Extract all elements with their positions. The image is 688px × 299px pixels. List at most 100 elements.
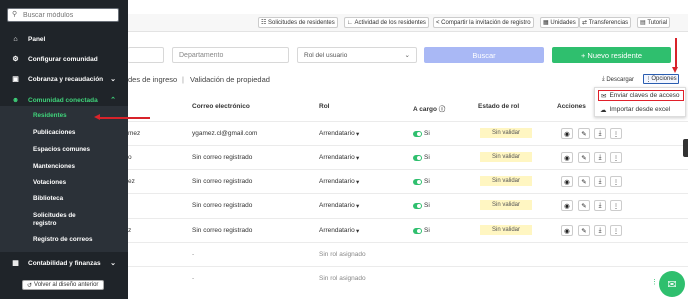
- resident-requests-button[interactable]: ☷ Solicitudes de residentes: [258, 17, 338, 28]
- chat-icon: ✉: [667, 278, 677, 291]
- submenu-item-email-log[interactable]: Registro de correos: [33, 236, 93, 244]
- send-access-keys-item[interactable]: ✉ Enviar claves de acceso: [598, 90, 684, 101]
- options-button[interactable]: ⋮ Opciones: [643, 74, 679, 84]
- in-charge-label: Si: [424, 154, 430, 161]
- more-icon[interactable]: ⋮: [610, 128, 622, 139]
- download-label: Descargar: [606, 76, 635, 83]
- resident-email: -: [192, 251, 195, 258]
- search-button[interactable]: Buscar: [424, 47, 544, 63]
- resident-email: Sin correo registrado: [192, 227, 253, 234]
- role-dropdown-icon[interactable]: ▾: [356, 154, 359, 162]
- download-icon[interactable]: ⤓: [594, 128, 606, 139]
- submenu-item-library[interactable]: Biblioteca: [33, 195, 63, 203]
- search-icon: ⚲: [12, 11, 18, 18]
- options-label: Opciones: [651, 76, 677, 82]
- role-status-badge: Sin validar: [480, 152, 532, 162]
- table-row: Sin correo registrado Arrendatario ▾ Si Sin …: [128, 193, 688, 217]
- view-icon[interactable]: ◉: [561, 176, 573, 187]
- view-icon[interactable]: ◉: [561, 200, 573, 211]
- import-excel-item[interactable]: ☁ Importar desde excel: [598, 104, 684, 115]
- tutorial-button[interactable]: ▤ Tutorial: [637, 17, 671, 28]
- download-icon[interactable]: ⤓: [594, 152, 606, 163]
- sidebar-item-configure[interactable]: ⚙ Configurar comunidad: [0, 50, 128, 68]
- in-charge-toggle[interactable]: [413, 131, 422, 137]
- undo-icon: ↺: [27, 282, 33, 289]
- download-icon[interactable]: ⤓: [594, 225, 606, 236]
- chevron-down-icon: ⌄: [110, 260, 116, 267]
- resident-role[interactable]: Arrendatario: [319, 227, 355, 234]
- in-charge-toggle[interactable]: [413, 155, 422, 161]
- sidebar: ⚲ ⌂ Panel ⚙ Configurar comunidad ▣ Cobra…: [0, 0, 128, 299]
- resident-email: Sin correo registrado: [192, 154, 253, 161]
- resident-role[interactable]: Arrendatario: [319, 154, 355, 161]
- resident-activity-button[interactable]: ∟ Actividad de los residentes: [344, 17, 429, 28]
- transfer-icon: ⇄: [582, 20, 589, 26]
- transfers-button[interactable]: ⇄ Transferencias: [579, 17, 632, 28]
- new-resident-button[interactable]: + Nuevo residente: [552, 47, 671, 63]
- sidebar-item-collections[interactable]: ▣ Cobranza y recaudación ⌄: [0, 70, 128, 88]
- department-field[interactable]: Departamento: [172, 47, 289, 63]
- download-button[interactable]: ⤓ Descargar: [602, 75, 634, 84]
- edit-icon[interactable]: ✎: [578, 128, 590, 139]
- tab-entry-requests[interactable]: des de ingreso: [128, 75, 177, 84]
- back-label: Volver al diseño anterior: [34, 282, 99, 288]
- more-icon[interactable]: ⋮: [610, 200, 622, 211]
- sidebar-item-panel[interactable]: ⌂ Panel: [0, 30, 128, 48]
- submenu-item-publications[interactable]: Publicaciones: [33, 129, 75, 137]
- edit-icon[interactable]: ✎: [578, 152, 590, 163]
- module-search-input[interactable]: [23, 11, 118, 19]
- role-dropdown-icon[interactable]: ▾: [356, 227, 359, 235]
- in-charge-toggle[interactable]: [413, 179, 422, 185]
- more-icon[interactable]: ⋮: [610, 152, 622, 163]
- in-charge-toggle[interactable]: [413, 228, 422, 234]
- header-role: Rol: [319, 103, 330, 110]
- view-icon[interactable]: ◉: [561, 152, 573, 163]
- table-row: mez ygamez.cl@gmail.com Arrendatario ▾ Si Sin…: [128, 121, 688, 145]
- share-invitation-button[interactable]: < Compartir la invitación de registro: [433, 17, 534, 28]
- in-charge-toggle[interactable]: [413, 203, 422, 209]
- sidebar-item-accounting[interactable]: ▦ Contabilidad y finanzas ⌄: [0, 254, 128, 272]
- submenu-item-residents[interactable]: Residentes: [33, 112, 67, 120]
- submenu-item-registration-requests[interactable]: Solicitudes de registro: [33, 212, 85, 228]
- view-icon[interactable]: ◉: [561, 225, 573, 236]
- edit-icon[interactable]: ✎: [578, 176, 590, 187]
- more-icon[interactable]: ⋮: [610, 176, 622, 187]
- finance-icon: ▦: [12, 260, 19, 267]
- download-icon[interactable]: ⤓: [594, 176, 606, 187]
- annotation-arrow-left: [94, 114, 150, 120]
- transfers-label: Transferencias: [588, 19, 629, 26]
- top-toolbar: ☷ Solicitudes de residentes ∟ Actividad …: [128, 14, 688, 32]
- submenu-item-votes[interactable]: Votaciones: [33, 179, 66, 187]
- in-charge-label: Si: [424, 202, 430, 209]
- role-dropdown-icon[interactable]: ▾: [356, 130, 359, 138]
- envelope-icon: ✉: [601, 92, 607, 100]
- resident-role[interactable]: Arrendatario: [319, 202, 355, 209]
- edit-icon[interactable]: ✎: [578, 200, 590, 211]
- chat-button[interactable]: ✉: [659, 271, 685, 297]
- submenu-item-maintenance[interactable]: Mantenciones: [33, 163, 75, 171]
- edit-icon[interactable]: ✎: [578, 225, 590, 236]
- more-icon[interactable]: ⋮: [610, 225, 622, 236]
- submenu-connected-community: Residentes Publicaciones Espacios comune…: [0, 106, 128, 252]
- side-panel-handle[interactable]: [683, 139, 688, 157]
- module-search-box[interactable]: ⚲: [7, 8, 119, 22]
- resident-name: z: [128, 227, 132, 234]
- units-button[interactable]: ▦ Unidades: [540, 17, 579, 28]
- header-role-status: Estado de rol: [478, 103, 520, 110]
- tab-property-validation[interactable]: Validación de propiedad: [190, 75, 270, 84]
- table-row: - Sin rol asignado: [128, 242, 688, 266]
- options-dropdown: ✉ Enviar claves de acceso ☁ Importar des…: [594, 87, 686, 117]
- table-row: ez Sin correo registrado Arrendatario ▾ Si Si…: [128, 169, 688, 193]
- resident-role[interactable]: Arrendatario: [319, 130, 355, 137]
- role-dropdown-icon[interactable]: ▾: [356, 178, 359, 186]
- back-to-old-design-button[interactable]: ↺ Volver al diseño anterior: [22, 280, 104, 290]
- resident-role[interactable]: Arrendatario: [319, 178, 355, 185]
- view-icon[interactable]: ◉: [561, 128, 573, 139]
- role-dropdown-icon[interactable]: ▾: [356, 202, 359, 210]
- annotation-arrow-down: [672, 38, 678, 73]
- name-filter-field[interactable]: [128, 47, 164, 63]
- submenu-item-common-spaces[interactable]: Espacios comunes: [33, 146, 90, 154]
- role-status-badge: Sin validar: [480, 128, 532, 138]
- role-select[interactable]: Rol del usuario ⌄: [297, 47, 417, 63]
- download-icon[interactable]: ⤓: [594, 200, 606, 211]
